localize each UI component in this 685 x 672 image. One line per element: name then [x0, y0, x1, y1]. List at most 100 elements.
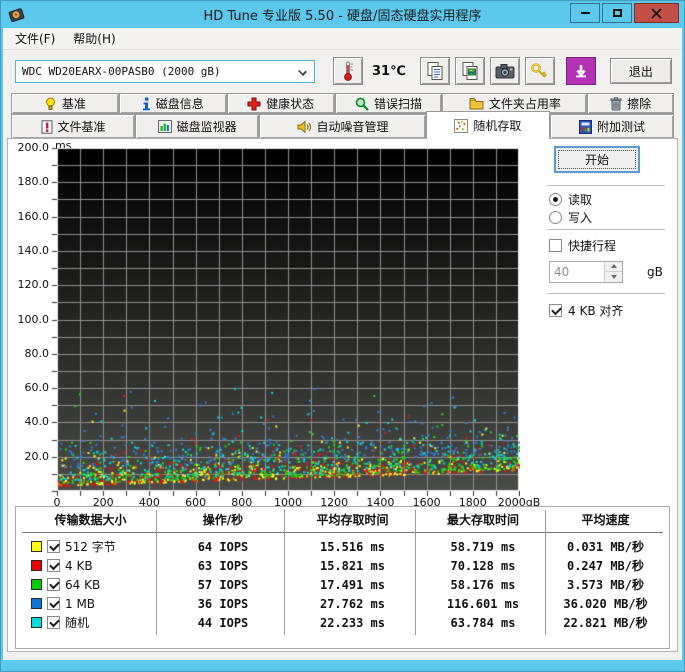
column-separator	[156, 510, 157, 635]
series-cell: 1 MB	[22, 597, 159, 611]
disk-monitor-icon	[157, 120, 172, 133]
tab-label: 文件基准	[57, 120, 106, 134]
short-stroke-checkbox[interactable]	[549, 238, 562, 252]
menu-file[interactable]: 文件(F)	[6, 27, 64, 50]
copy-image-icon	[462, 62, 478, 80]
chevron-down-icon	[298, 66, 307, 76]
iops-value: 44 IOPS	[197, 615, 249, 630]
save-button[interactable]	[565, 57, 596, 85]
avg-access-value: 15.821 ms	[319, 558, 386, 573]
y-tick-label: 180.0	[17, 175, 50, 189]
close-button[interactable]	[634, 3, 679, 23]
spinner-up-button[interactable]	[605, 261, 622, 272]
series-label: 64 KB	[65, 577, 101, 592]
y-tick-label: 120.0	[17, 278, 50, 292]
short-stroke-row: 快捷行程	[549, 237, 616, 253]
triangle-up-icon	[610, 264, 617, 269]
col-header-max-access: 最大存取时间	[446, 513, 519, 527]
series-label: 4 KB	[65, 558, 93, 573]
col-header-avg-speed: 平均速度	[581, 513, 630, 527]
align-4kb-checkbox[interactable]	[549, 303, 562, 317]
minimize-button[interactable]	[570, 3, 600, 23]
short-stroke-size-row: gB	[549, 260, 663, 283]
tab-file-benchmark[interactable]: 文件基准	[11, 114, 136, 139]
write-mode-row: 写入	[549, 209, 592, 225]
series-checkbox[interactable]	[47, 578, 60, 591]
maximize-button[interactable]	[602, 3, 632, 23]
tab-label: 随机存取	[473, 119, 522, 133]
tab-random-access[interactable]: 随机存取	[425, 111, 550, 139]
series-cell: 64 KB	[22, 578, 159, 592]
write-radio-label: 写入	[568, 210, 593, 225]
temperature-value: 31℃	[372, 63, 406, 79]
menu-help[interactable]: 帮助(H)	[64, 27, 124, 50]
options-button[interactable]	[524, 57, 555, 85]
series-color-swatch	[31, 579, 42, 590]
exit-button[interactable]: 退出	[609, 58, 672, 84]
short-stroke-input[interactable]	[550, 261, 604, 282]
keys-icon	[531, 62, 548, 78]
tab-disk-info[interactable]: 磁盘信息	[118, 93, 227, 114]
spinner-buttons	[604, 261, 622, 282]
exit-button-label: 退出	[628, 64, 653, 79]
random-access-icon	[454, 118, 469, 133]
max-access-value: 63.784 ms	[450, 615, 516, 630]
y-tick-label: 160.0	[17, 209, 50, 223]
drive-select[interactable]: WDC WD20EARX-00PASB0 (2000 gB)	[15, 59, 315, 83]
screenshot-button[interactable]	[489, 57, 520, 85]
max-access-value: 70.128 ms	[450, 558, 516, 573]
read-mode-row: 读取	[549, 191, 592, 207]
tab-aam[interactable]: 自动噪音管理	[259, 114, 426, 139]
tab-row-2: 文件基准 磁盘监视器 自动噪音管理 随机存取 附加测试	[11, 111, 675, 139]
results-table-header: 传输数据大小 操作/秒 平均存取时间 最大存取时间 平均速度	[22, 507, 663, 533]
y-tick-label: 60.0	[24, 381, 50, 395]
spinner-down-button[interactable]	[605, 272, 622, 282]
series-color-swatch	[31, 598, 42, 609]
close-icon	[651, 7, 662, 19]
drive-select-value: WDC WD20EARX-00PASB0 (2000 gB)	[22, 64, 221, 78]
camera-icon	[495, 64, 515, 79]
triangle-down-icon	[610, 274, 617, 279]
results-table: 传输数据大小 操作/秒 平均存取时间 最大存取时间 平均速度 512 字节 64…	[15, 506, 670, 649]
tab-health[interactable]: 健康状态	[226, 93, 335, 114]
tab-disk-monitor[interactable]: 磁盘监视器	[135, 114, 260, 139]
start-button-label: 开始	[584, 153, 609, 167]
copy-image-button[interactable]	[454, 57, 485, 85]
y-tick-label: 100.0	[17, 312, 50, 326]
start-button[interactable]: 开始	[554, 146, 640, 173]
table-row: 512 字节 64 IOPS 15.516 ms 58.719 ms 0.031…	[22, 537, 663, 556]
avg-speed-value: 22.821 MB/秒	[563, 616, 648, 630]
file-benchmark-icon	[41, 119, 53, 134]
thermometer-icon	[344, 61, 353, 81]
bulb-icon	[45, 97, 55, 110]
series-checkbox[interactable]	[47, 559, 60, 572]
avg-access-value: 15.516 ms	[319, 539, 386, 554]
health-cross-icon	[247, 97, 261, 110]
series-checkbox[interactable]	[47, 597, 60, 610]
column-separator	[415, 510, 416, 635]
series-checkbox[interactable]	[47, 616, 60, 629]
series-label: 1 MB	[65, 596, 96, 611]
window-controls	[568, 3, 679, 23]
info-icon	[142, 97, 150, 110]
series-color-swatch	[31, 617, 42, 628]
max-access-value: 58.176 ms	[450, 577, 516, 592]
tab-label: 磁盘监视器	[176, 120, 237, 134]
tab-erase[interactable]: 擦除	[587, 93, 675, 114]
write-radio[interactable]	[549, 210, 562, 224]
y-tick-label: 80.0	[24, 346, 50, 360]
column-separator	[284, 510, 285, 635]
title-bar: HD Tune 专业版 5.50 - 硬盘/固态硬盘实用程序	[3, 1, 682, 28]
avg-speed-value: 0.031 MB/秒	[566, 540, 645, 554]
iops-value: 57 IOPS	[197, 577, 249, 592]
tab-extra-tests[interactable]: 附加测试	[549, 114, 675, 139]
separator	[547, 229, 665, 230]
y-axis-labels: 200.0 180.0 160.0 140.0 120.0 100.0 80.0 60.0 40…	[8, 139, 50, 509]
read-radio[interactable]	[549, 192, 562, 206]
copy-text-button[interactable]	[419, 57, 450, 85]
tab-benchmark[interactable]: 基准	[11, 93, 119, 114]
temperature-button[interactable]	[333, 57, 363, 85]
series-checkbox[interactable]	[47, 540, 60, 553]
short-stroke-label: 快捷行程	[568, 238, 617, 253]
tab-label: 错误扫描	[374, 97, 423, 111]
